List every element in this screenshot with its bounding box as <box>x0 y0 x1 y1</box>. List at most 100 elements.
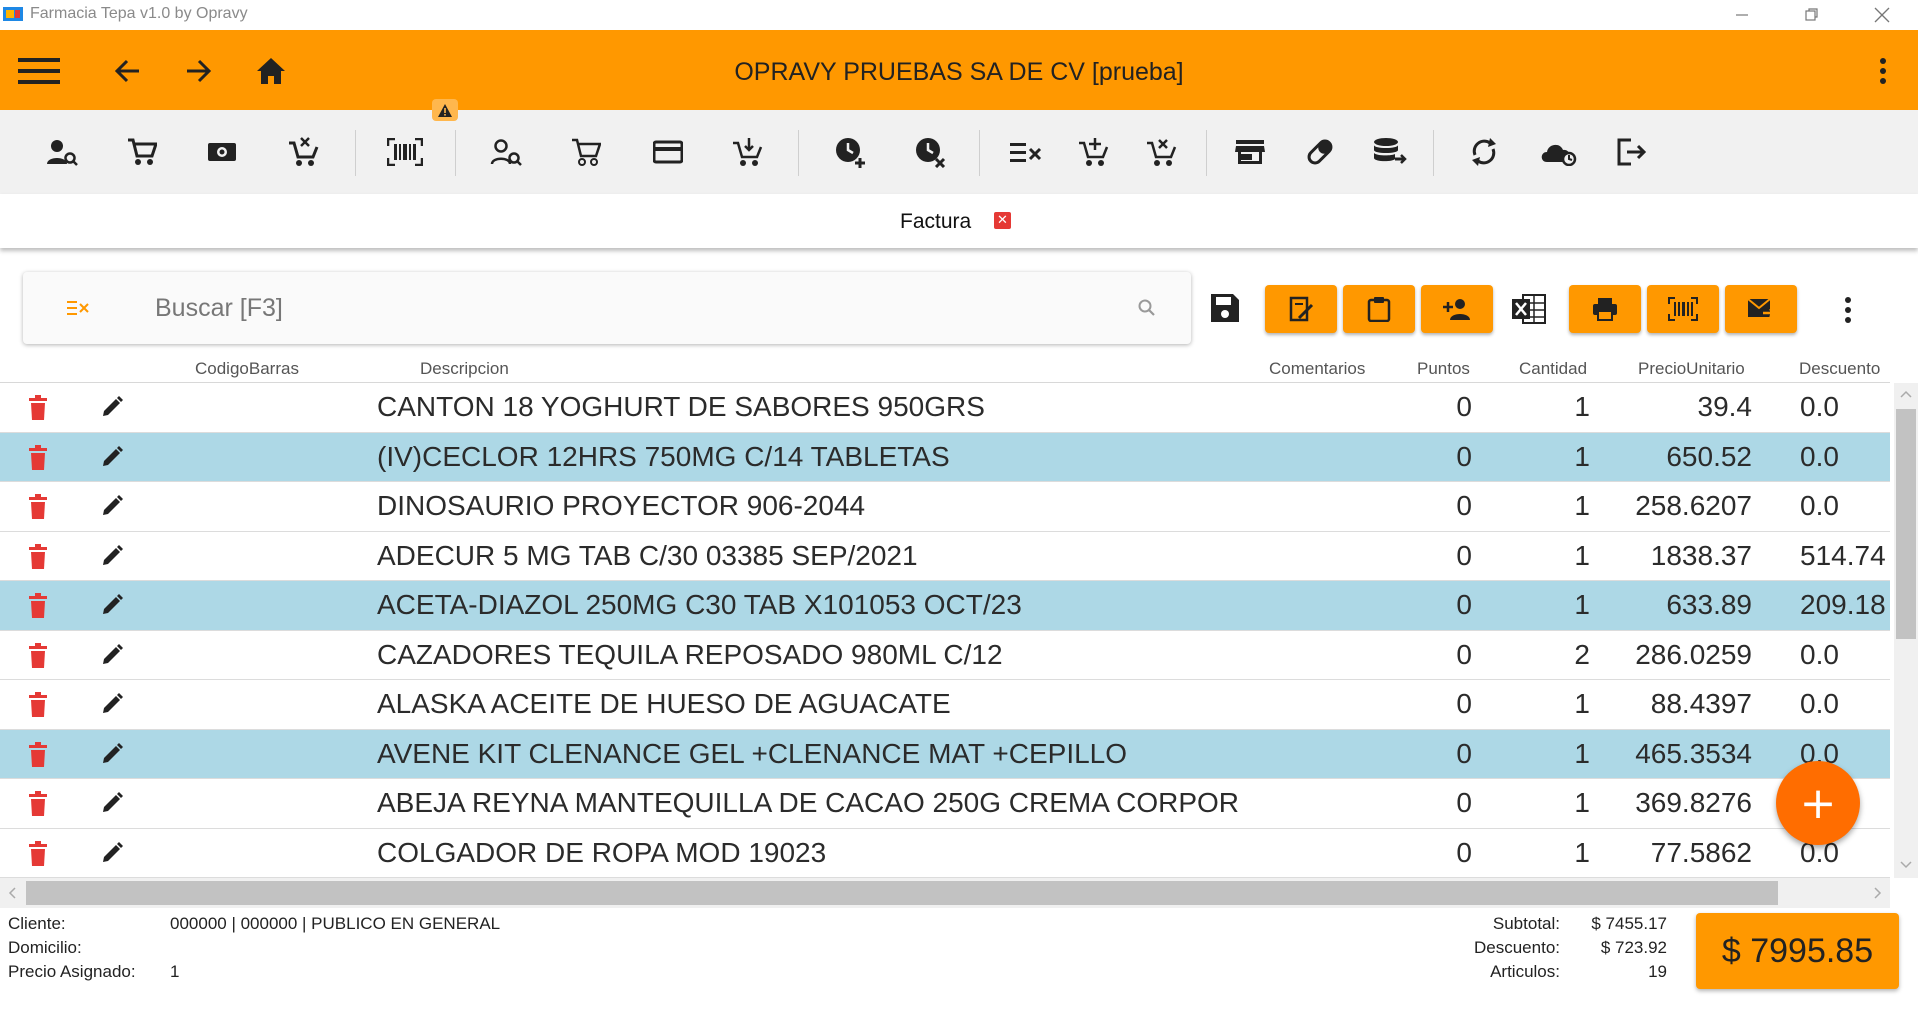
close-window-button[interactable] <box>1852 0 1912 30</box>
column-header-comentarios[interactable]: Comentarios <box>1269 359 1365 379</box>
cliente-value: 000000 | 000000 | PUBLICO EN GENERAL <box>170 914 501 933</box>
toolbar-store-button[interactable] <box>1228 130 1272 174</box>
add-item-fab[interactable]: + <box>1776 761 1860 845</box>
cell-descripcion: CAZADORES TEQUILA REPOSADO 980ML C/12 <box>377 638 1003 670</box>
delete-icon[interactable] <box>26 395 50 421</box>
print-button[interactable] <box>1569 285 1641 333</box>
restore-icon <box>1805 8 1818 21</box>
add-client-button[interactable] <box>1421 285 1493 333</box>
column-header-descuento[interactable]: Descuento <box>1799 359 1880 379</box>
toolbar-cart-button[interactable] <box>120 130 164 174</box>
table-row[interactable]: DINOSAURIO PROYECTOR 906-2044 0 1 258.62… <box>0 482 1890 532</box>
document-edit-icon <box>1289 296 1314 322</box>
toolbar-cart-cancel-button[interactable] <box>1140 130 1184 174</box>
vertical-scroll-thumb[interactable] <box>1896 409 1916 639</box>
toolbar-search-client-button[interactable] <box>40 130 84 174</box>
delete-icon[interactable] <box>26 840 50 867</box>
cell-precio: 650.52 <box>1666 440 1752 472</box>
toolbar-separator <box>455 130 456 176</box>
appbar-more-button[interactable] <box>1860 48 1906 94</box>
export-excel-button[interactable] <box>1508 288 1550 330</box>
cell-descuento: 0.0 <box>1800 688 1839 719</box>
delete-icon[interactable] <box>26 444 50 471</box>
delete-icon[interactable] <box>26 593 50 619</box>
edit-icon[interactable] <box>100 445 124 469</box>
table-row[interactable]: ACETA-DIAZOL 250MG C30 TAB X101053 OCT/2… <box>0 581 1890 631</box>
toolbar-sync-button[interactable] <box>1462 130 1506 174</box>
horizontal-scroll-thumb[interactable] <box>26 881 1778 905</box>
column-header-puntos[interactable]: Puntos <box>1417 359 1470 379</box>
scroll-up-icon[interactable] <box>1900 389 1912 399</box>
scroll-left-icon[interactable] <box>7 887 17 899</box>
toolbar-cash-button[interactable] <box>200 130 244 174</box>
toolbar-card-button[interactable] <box>646 130 690 174</box>
delete-icon[interactable] <box>26 543 50 570</box>
column-header-cantidad[interactable]: Cantidad <box>1519 359 1587 379</box>
toolbar-cloud-sync-button[interactable] <box>1536 130 1580 174</box>
edit-icon[interactable] <box>100 643 124 667</box>
toolbar-cart-add-button[interactable] <box>1072 130 1116 174</box>
delete-icon[interactable] <box>26 642 50 669</box>
table-row[interactable]: CAZADORES TEQUILA REPOSADO 980ML C/12 0 … <box>0 631 1890 680</box>
delete-icon[interactable] <box>26 791 50 817</box>
toolbar-separator <box>355 130 356 176</box>
toolbar-time-add-button[interactable] <box>828 130 872 174</box>
column-header-codigo[interactable]: CodigoBarras <box>195 359 299 379</box>
barcode-button[interactable] <box>1647 285 1719 333</box>
toolbar-medicine-button[interactable] <box>1298 130 1342 174</box>
table-row[interactable]: AVENE KIT CLENANCE GEL +CLENANCE MAT +CE… <box>0 729 1890 779</box>
edit-icon[interactable] <box>100 742 124 766</box>
cell-puntos: 0 <box>1456 787 1472 818</box>
toolbar-database-button[interactable] <box>1368 130 1412 174</box>
table-row[interactable]: ALASKA ACEITE DE HUESO DE AGUACATE 0 1 8… <box>0 680 1890 730</box>
edit-icon[interactable] <box>100 544 124 568</box>
vertical-scrollbar[interactable] <box>1894 383 1918 878</box>
toolbar-cart-arrow-button[interactable] <box>726 130 770 174</box>
warning-badge[interactable] <box>432 99 458 121</box>
scroll-right-icon[interactable] <box>1873 887 1883 899</box>
delete-icon[interactable] <box>26 741 50 768</box>
cell-descuento: 0.0 <box>1800 638 1839 670</box>
clipboard-button[interactable] <box>1343 285 1415 333</box>
toolbar-clear-list-button[interactable] <box>1004 130 1048 174</box>
delete-icon[interactable] <box>26 692 50 718</box>
column-header-descripcion[interactable]: Descripcion <box>420 359 509 379</box>
minimize-button[interactable] <box>1712 0 1772 30</box>
send-email-button[interactable] <box>1725 285 1797 333</box>
search-icon[interactable] <box>1135 296 1159 320</box>
search-input[interactable] <box>155 290 1115 326</box>
edit-icon[interactable] <box>100 494 124 518</box>
tab-close-button[interactable]: ✕ <box>994 212 1011 229</box>
column-header-precio[interactable]: PrecioUnitario <box>1638 359 1745 379</box>
table-row[interactable]: (IV)CECLOR 12HRS 750MG C/14 TABLETAS 0 1… <box>0 432 1890 482</box>
table-row[interactable]: CANTON 18 YOGHURT DE SABORES 950GRS 0 1 … <box>0 383 1890 433</box>
toolbar-cart-outline-button[interactable] <box>564 130 608 174</box>
toolbar-logout-button[interactable] <box>1610 130 1654 174</box>
filter-clear-icon[interactable] <box>65 294 93 322</box>
table-row[interactable]: ABEJA REYNA MANTEQUILLA DE CACAO 250G CR… <box>0 779 1890 829</box>
cell-precio: 465.3534 <box>1635 737 1752 769</box>
edit-icon[interactable] <box>100 841 124 865</box>
toolbar-time-cancel-button[interactable] <box>908 130 952 174</box>
save-button[interactable] <box>1205 285 1245 331</box>
toolbar-search-user-button[interactable] <box>484 130 528 174</box>
edit-document-button[interactable] <box>1265 285 1337 333</box>
delete-icon[interactable] <box>26 494 50 520</box>
scroll-down-icon[interactable] <box>1900 860 1912 870</box>
edit-icon[interactable] <box>100 395 124 419</box>
edit-icon[interactable] <box>100 593 124 617</box>
edit-icon[interactable] <box>100 791 124 815</box>
window-title: Farmacia Tepa v1.0 by Opravy <box>30 5 248 22</box>
horizontal-scrollbar[interactable] <box>0 878 1890 908</box>
articulos-label: Articulos: <box>1490 962 1560 981</box>
tab-factura[interactable]: Factura <box>900 210 971 234</box>
database-sync-icon <box>1374 138 1407 164</box>
table-row[interactable]: ADECUR 5 MG TAB C/30 03385 SEP/2021 0 1 … <box>0 532 1890 581</box>
table-row[interactable]: COLGADOR DE ROPA MOD 19023 0 1 77.5862 0… <box>0 829 1890 878</box>
more-options-button[interactable] <box>1830 290 1866 330</box>
restore-button[interactable] <box>1782 0 1842 30</box>
edit-icon[interactable] <box>100 692 124 716</box>
total-pay-button[interactable]: $ 7995.85 <box>1696 913 1899 989</box>
toolbar-barcode-button[interactable] <box>383 130 427 174</box>
toolbar-cart-remove-button[interactable] <box>282 130 326 174</box>
